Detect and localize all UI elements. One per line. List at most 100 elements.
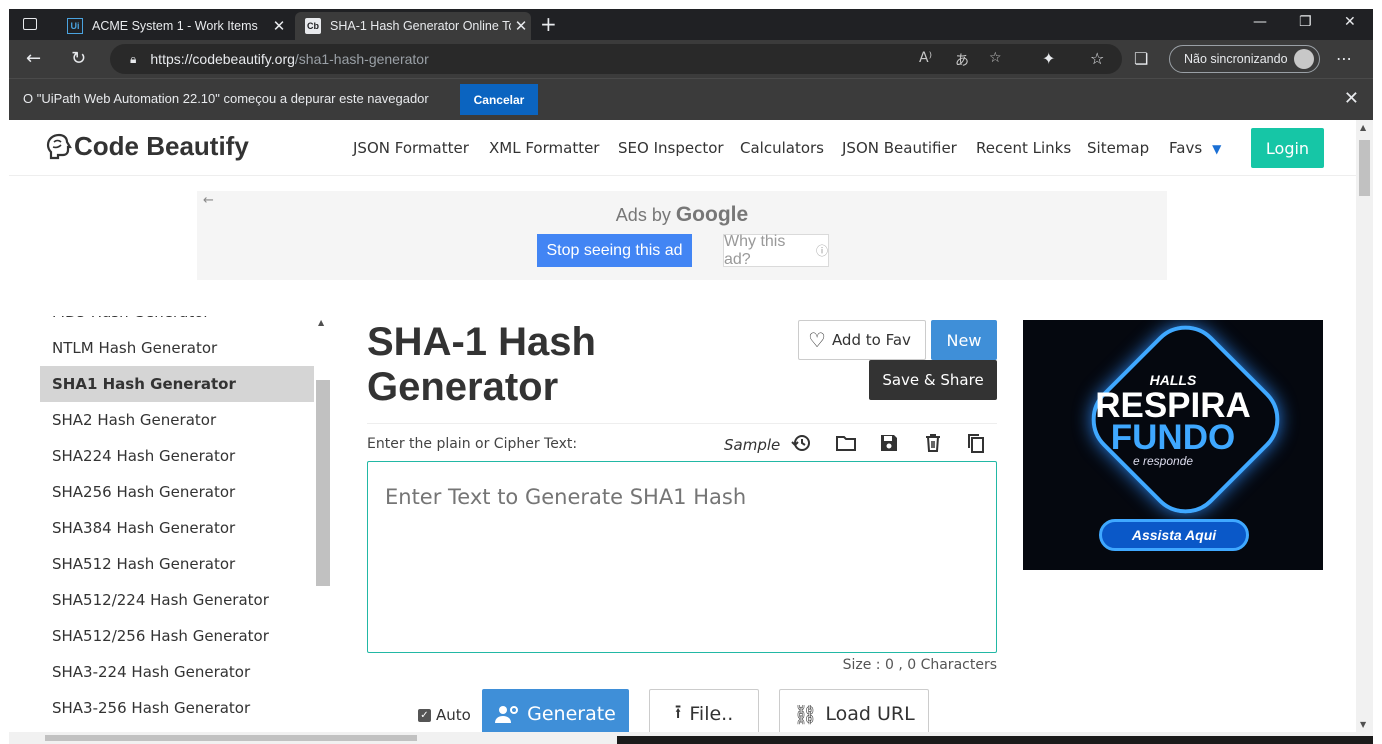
sidebar-item-sha3-256[interactable]: SHA3-256 Hash Generator <box>40 690 314 726</box>
translate-icon[interactable]: あ <box>955 50 969 70</box>
hash-generator-list: MD5 Hash Generator NTLM Hash Generator S… <box>40 316 330 732</box>
restore-button[interactable]: ❐ <box>1299 14 1312 30</box>
nav-json-beautifier[interactable]: JSON Beautifier <box>842 139 957 157</box>
delete-icon[interactable] <box>922 432 944 454</box>
browser-address-bar: ← ↻ 🔒︎ https://codebeautify.org/sha1-has… <box>9 40 1373 78</box>
auto-label: Auto <box>436 706 471 724</box>
upload-icon: ⭱ <box>674 701 682 723</box>
url-text[interactable]: https://codebeautify.org/sha1-hash-gener… <box>150 51 428 67</box>
cancel-button[interactable]: Cancelar <box>460 84 538 115</box>
add-favorite-icon[interactable]: ☆ <box>989 50 1002 66</box>
size-info: Size : 0 , 0 Characters <box>842 657 997 673</box>
sidebar-item-md5[interactable]: MD5 Hash Generator <box>40 316 314 330</box>
debug-message: O "UiPath Web Automation 22.10" começou … <box>23 91 429 106</box>
sidebar-scrollbar[interactable]: ▲ <box>314 316 330 732</box>
sidebar-item-sha3-224[interactable]: SHA3-224 Hash Generator <box>40 654 314 690</box>
ads-by-google: Ads by Google <box>197 203 1167 227</box>
history-icon[interactable] <box>790 432 812 454</box>
stop-seeing-ad-button[interactable]: Stop seeing this ad <box>537 234 692 267</box>
file-upload-button[interactable]: ⭱ File.. <box>649 689 759 732</box>
lock-icon[interactable]: 🔒︎ <box>130 52 136 67</box>
info-icon: ⓘ <box>815 244 828 258</box>
new-button[interactable]: New <box>931 320 997 360</box>
more-menu-icon[interactable]: ⋯ <box>1336 49 1352 68</box>
tab-close-icon[interactable]: ✕ <box>269 17 289 35</box>
tab-close-icon[interactable]: ✕ <box>511 17 531 35</box>
sidebar-item-sha512-256[interactable]: SHA512/256 Hash Generator <box>40 618 314 654</box>
avatar <box>1294 49 1314 69</box>
page-scrollbar[interactable]: ▲ ▼ <box>1356 120 1373 732</box>
save-icon[interactable] <box>878 432 900 454</box>
sidebar-item-sha1[interactable]: SHA1 Hash Generator <box>40 366 314 402</box>
sidebar-item-sha256[interactable]: SHA256 Hash Generator <box>40 474 314 510</box>
extensions-icon[interactable]: ✦ <box>1042 49 1055 68</box>
scroll-down-icon[interactable]: ▼ <box>1360 720 1366 729</box>
load-url-button[interactable]: ⛓ Load URL <box>779 689 929 732</box>
sync-label: Não sincronizando <box>1184 52 1288 66</box>
why-this-ad-button[interactable]: Why this ad? ⓘ <box>723 233 829 268</box>
nav-favs-label: Favs <box>1169 139 1203 157</box>
auto-checkbox[interactable]: ✓ Auto <box>418 706 471 724</box>
sidebar-item-sha384[interactable]: SHA384 Hash Generator <box>40 510 314 546</box>
tab-acme[interactable]: Ui ACME System 1 - Work Items ✕ <box>57 12 289 40</box>
new-tab-button[interactable]: + <box>540 12 557 36</box>
heart-icon: ♡ <box>808 328 826 352</box>
horizontal-scroll-thumb[interactable] <box>45 735 417 741</box>
add-to-fav-button[interactable]: ♡ Add to Fav <box>798 320 926 360</box>
browser-tab-bar: Ui ACME System 1 - Work Items ✕ Cb SHA-1… <box>9 9 1373 40</box>
sidebar-item-sha512-224[interactable]: SHA512/224 Hash Generator <box>40 582 314 618</box>
sidebar-item-sha512[interactable]: SHA512 Hash Generator <box>40 546 314 582</box>
ad-cta-button[interactable]: Assista Aqui <box>1099 519 1249 551</box>
url-path: /sha1-hash-generator <box>294 51 429 67</box>
minimize-button[interactable]: — <box>1253 14 1267 30</box>
favorites-icon[interactable]: ☆ <box>1090 49 1104 68</box>
nav-recent-links[interactable]: Recent Links <box>976 139 1071 157</box>
sample-link[interactable]: Sample <box>724 436 780 454</box>
close-window-button[interactable]: ✕ <box>1344 14 1356 30</box>
folder-open-icon[interactable] <box>835 432 857 454</box>
infobar-close-icon[interactable]: ✕ <box>1344 88 1359 109</box>
tab-sha1[interactable]: Cb SHA-1 Hash Generator Online Tc ✕ <box>295 12 531 40</box>
ads-by-label: Ads by <box>615 205 671 225</box>
nav-seo-inspector[interactable]: SEO Inspector <box>618 139 724 157</box>
scroll-up-icon[interactable]: ▲ <box>1360 123 1366 132</box>
side-ad-banner[interactable]: HALLS RESPIRA FUNDO e responde Assista A… <box>1023 320 1323 570</box>
generate-button[interactable]: Generate <box>482 689 629 732</box>
nav-json-formatter[interactable]: JSON Formatter <box>353 139 469 157</box>
scroll-up-icon[interactable]: ▲ <box>318 318 324 327</box>
tab-actions-icon[interactable] <box>23 18 37 30</box>
sidebar-item-sha2[interactable]: SHA2 Hash Generator <box>40 402 314 438</box>
sidebar-item-sha224[interactable]: SHA224 Hash Generator <box>40 438 314 474</box>
cipher-text-input[interactable] <box>367 461 997 653</box>
site-header: Code Beautify JSON Formatter XML Formatt… <box>9 120 1356 176</box>
uipath-favicon-icon: Ui <box>67 18 83 34</box>
sidebar-item-ntlm[interactable]: NTLM Hash Generator <box>40 330 314 366</box>
nav-favs[interactable]: Favs ▼ <box>1169 139 1221 157</box>
debug-info-bar: O "UiPath Web Automation 22.10" começou … <box>9 78 1373 120</box>
nav-calculators[interactable]: Calculators <box>740 139 824 157</box>
nav-sitemap[interactable]: Sitemap <box>1087 139 1149 157</box>
back-arrow-icon[interactable]: ← <box>26 48 41 69</box>
taskbar-strip <box>617 736 1373 744</box>
checkbox-checked-icon[interactable]: ✓ <box>418 708 431 722</box>
nav-xml-formatter[interactable]: XML Formatter <box>489 139 599 157</box>
divider <box>367 423 997 424</box>
link-icon: ⛓ <box>793 703 818 726</box>
profile-sync-button[interactable]: Não sincronizando <box>1169 45 1320 73</box>
login-button[interactable]: Login <box>1251 128 1324 168</box>
sidebar-scroll-thumb[interactable] <box>316 380 330 586</box>
save-share-button[interactable]: Save & Share <box>869 360 997 400</box>
tab-title: ACME System 1 - Work Items <box>92 19 258 33</box>
refresh-icon[interactable]: ↻ <box>71 48 86 69</box>
codebeautify-favicon-icon: Cb <box>305 18 321 34</box>
copy-icon[interactable] <box>965 432 987 454</box>
page-title: SHA-1 Hash Generator <box>367 320 596 409</box>
site-logo[interactable]: Code Beautify <box>44 129 249 163</box>
url-bar[interactable]: 🔒︎ https://codebeautify.org/sha1-hash-ge… <box>110 44 1122 74</box>
page-scroll-thumb[interactable] <box>1359 140 1370 196</box>
frame-right <box>1373 0 1382 744</box>
file-label: File.. <box>689 703 734 725</box>
collections-icon[interactable]: ❏ <box>1134 49 1148 68</box>
url-host: https://codebeautify.org <box>150 51 295 67</box>
read-aloud-icon[interactable]: A⁾ <box>919 50 932 66</box>
